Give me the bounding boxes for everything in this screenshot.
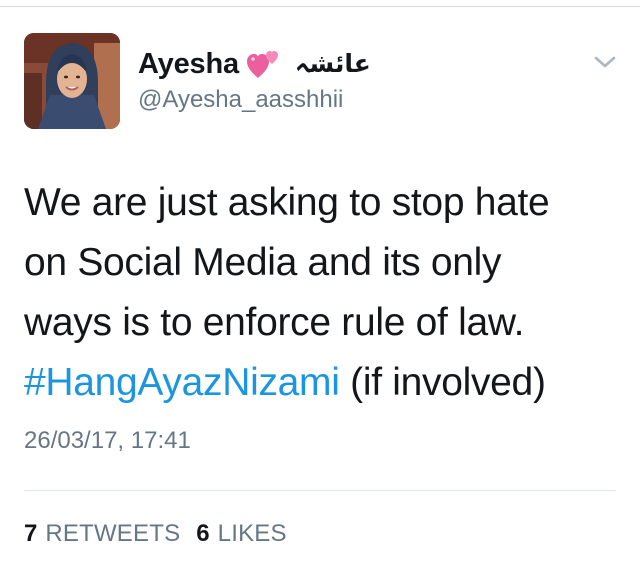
hashtag-link[interactable]: #HangAyazNizami: [24, 361, 340, 404]
avatar-image: [24, 33, 120, 129]
two-hearts-icon: [246, 48, 283, 80]
tweet-text-suffix: (if involved): [350, 361, 546, 404]
tweet-text-line: We are just asking to stop hate: [24, 181, 550, 224]
tweet-timestamp[interactable]: 26/03/17, 17:41: [24, 427, 191, 455]
retweets-label: RETWEETS: [45, 520, 181, 547]
tweet-stats: 7 RETWEETS 6 LIKES: [24, 520, 287, 548]
tweet-text-line: on Social Media and its only: [24, 241, 502, 284]
likes-count: 6: [196, 520, 210, 547]
author-display-name[interactable]: Ayesha: [138, 48, 239, 81]
chevron-down-icon[interactable]: [592, 52, 618, 72]
author-handle[interactable]: @Ayesha_aasshhii: [138, 86, 343, 114]
avatar[interactable]: [24, 33, 120, 129]
likes-label: LIKES: [217, 520, 287, 547]
likes-stat[interactable]: 6 LIKES: [196, 520, 286, 548]
top-divider: [0, 6, 640, 7]
author-arabic-name: عائشہ: [294, 50, 371, 78]
tweet-text-line: ways is to enforce rule of law.: [24, 301, 525, 344]
tweet-text: We are just asking to stop hate on Socia…: [24, 173, 624, 413]
author-name-row[interactable]: Ayesha عائشہ: [138, 45, 371, 83]
tweet-text-last-line: #HangAyazNizami (if involved): [24, 353, 624, 413]
stats-divider: [24, 490, 616, 491]
retweets-count: 7: [24, 520, 38, 547]
retweets-stat[interactable]: 7 RETWEETS: [24, 520, 180, 548]
